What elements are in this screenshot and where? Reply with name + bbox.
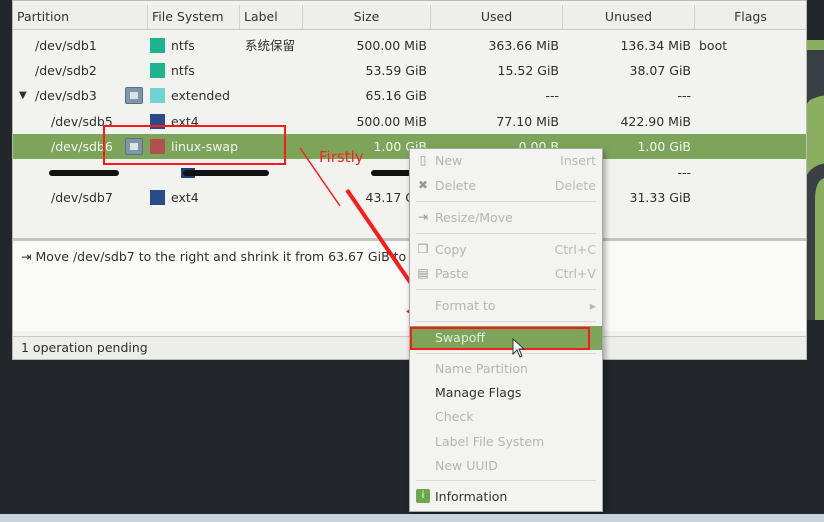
used: 77.10 MiB <box>496 114 559 129</box>
file-system: ntfs <box>171 63 195 78</box>
menu-item-label-file-system[interactable]: Label File System <box>410 430 602 454</box>
menu-separator <box>416 233 596 234</box>
pending-operation-text: Move /dev/sdb7 to the right and shrink i… <box>35 249 460 264</box>
menu-item-paste[interactable]: ▤ Paste Ctrl+V <box>410 262 602 286</box>
table-row[interactable]: ▼ /dev/sdb3 extended 65.16 GiB --- --- <box>13 83 806 108</box>
partition-name: /dev/sdb1 <box>35 38 97 53</box>
column-header-file-system[interactable]: File System <box>148 5 240 29</box>
menu-item-copy[interactable]: ❐ Copy Ctrl+C <box>410 238 602 262</box>
partition-label: 系统保留 <box>245 38 296 53</box>
delete-icon: ✖ <box>417 178 429 192</box>
annotation-box-swap-partition <box>103 125 286 165</box>
column-header-label[interactable]: Label <box>240 5 303 29</box>
column-header-unused[interactable]: Unused <box>563 5 695 29</box>
expander-triangle-icon[interactable]: ▼ <box>19 83 27 108</box>
column-header-flags[interactable]: Flags <box>695 5 806 29</box>
used: --- <box>545 88 559 103</box>
unused: 136.34 MiB <box>620 38 691 53</box>
file-system: extended <box>171 88 230 103</box>
file-system: ntfs <box>171 38 195 53</box>
flags: boot <box>699 38 728 53</box>
lock-icon <box>125 87 143 104</box>
table-row[interactable]: /dev/sdb2 ntfs 53.59 GiB 15.52 GiB 38.07… <box>13 58 806 83</box>
size: 500.00 MiB <box>356 38 427 53</box>
partition-table-header: Partition File System Label Size Used Un… <box>13 5 806 30</box>
used: 15.52 GiB <box>497 63 560 78</box>
column-header-partition[interactable]: Partition <box>13 5 148 29</box>
menu-item-resize-move[interactable]: ⇥ Resize/Move <box>410 206 602 230</box>
fs-color-swatch <box>150 38 165 53</box>
unused: --- <box>677 88 691 103</box>
menu-item-manage-flags[interactable]: Manage Flags <box>410 381 602 405</box>
size: 65.16 GiB <box>365 88 428 103</box>
menu-item-new[interactable]: ▯ New Insert <box>410 149 602 173</box>
menu-separator <box>416 289 596 290</box>
menu-item-format-to[interactable]: Format to ▸ <box>410 294 602 318</box>
menu-item-name-partition[interactable]: Name Partition <box>410 357 602 381</box>
size: 500.00 MiB <box>356 114 427 129</box>
menu-item-information[interactable]: i Information <box>410 485 602 509</box>
menu-item-delete[interactable]: ✖ Delete Delete <box>410 174 602 198</box>
menu-separator <box>416 321 596 322</box>
partition-name: /dev/sdb7 <box>51 190 113 205</box>
fs-color-swatch <box>150 190 165 205</box>
fs-color-swatch <box>150 88 165 103</box>
taskbar-edge <box>0 514 824 522</box>
status-text: 1 operation pending <box>21 340 148 355</box>
new-file-icon: ▯ <box>419 153 427 167</box>
used: 363.66 MiB <box>488 38 559 53</box>
pending-operation-item[interactable]: ⇥ Move /dev/sdb7 to the right and shrink… <box>21 249 460 264</box>
fs-color-swatch <box>150 63 165 78</box>
resize-icon: ⇥ <box>417 210 429 224</box>
redaction-scribble <box>183 170 269 176</box>
column-header-used[interactable]: Used <box>431 5 563 29</box>
file-system: ext4 <box>171 190 199 205</box>
move-operation-icon: ⇥ <box>21 249 32 264</box>
menu-item-check[interactable]: Check <box>410 405 602 429</box>
unused: 422.90 MiB <box>620 114 691 129</box>
menu-separator <box>416 480 596 481</box>
submenu-arrow-icon: ▸ <box>589 298 596 313</box>
partition-name: /dev/sdb3 <box>35 88 97 103</box>
redaction-scribble <box>371 170 411 176</box>
column-header-size[interactable]: Size <box>303 5 431 29</box>
annotation-firstly: Firstly <box>319 148 364 166</box>
paste-icon: ▤ <box>417 266 429 280</box>
mouse-cursor-icon <box>512 338 526 358</box>
redaction-scribble <box>49 170 119 176</box>
menu-item-new-uuid[interactable]: New UUID <box>410 454 602 478</box>
table-row[interactable]: /dev/sdb1 ntfs 系统保留 500.00 MiB 363.66 Mi… <box>13 33 806 58</box>
size: 53.59 GiB <box>365 63 428 78</box>
copy-icon: ❐ <box>417 242 429 256</box>
menu-separator <box>416 353 596 354</box>
unused: 38.07 GiB <box>629 63 692 78</box>
partition-name: /dev/sdb2 <box>35 63 97 78</box>
information-icon: i <box>416 489 430 503</box>
menu-separator <box>416 201 596 202</box>
annotation-box-swapoff <box>410 327 590 350</box>
